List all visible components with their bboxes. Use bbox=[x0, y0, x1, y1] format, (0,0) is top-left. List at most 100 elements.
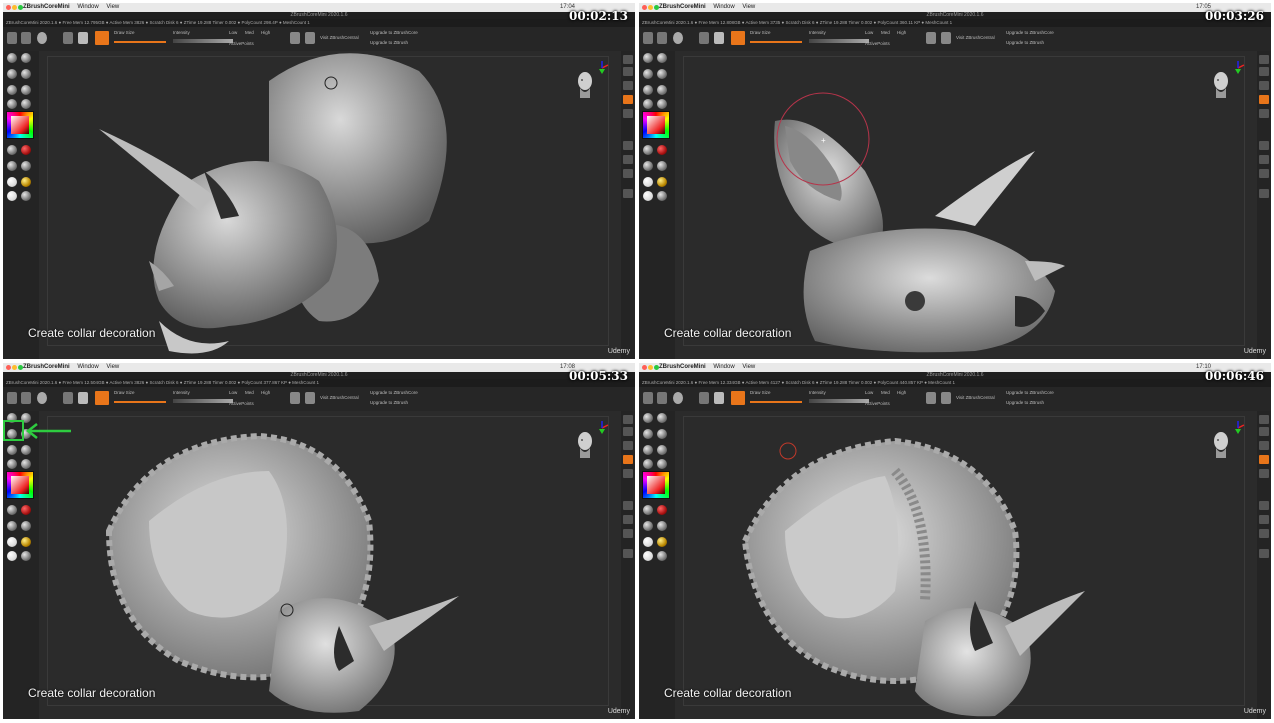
material-white-icon[interactable] bbox=[643, 177, 653, 187]
dinosaur-model[interactable]: + bbox=[675, 51, 1257, 359]
brush-pinch-icon[interactable] bbox=[21, 445, 31, 455]
menu-window[interactable]: Window bbox=[713, 4, 734, 10]
low-label[interactable]: Low bbox=[865, 30, 873, 35]
nav-floor-icon[interactable] bbox=[1259, 95, 1269, 104]
material-dark-icon[interactable] bbox=[21, 191, 31, 201]
low-label[interactable]: Low bbox=[229, 390, 237, 395]
intensity-slider[interactable] bbox=[809, 399, 869, 403]
brush-trim-icon[interactable] bbox=[657, 459, 667, 469]
frame-icon[interactable] bbox=[305, 32, 315, 44]
draw-size-slider[interactable] bbox=[750, 41, 802, 43]
zoom-window-icon[interactable] bbox=[654, 365, 659, 370]
brush-standard-icon[interactable] bbox=[643, 413, 653, 423]
brush-trim-icon[interactable] bbox=[657, 99, 667, 109]
material-sphere-icon[interactable] bbox=[37, 32, 47, 44]
material-flat-icon[interactable] bbox=[643, 551, 653, 561]
brush-trim-icon[interactable] bbox=[21, 99, 31, 109]
material-white-icon[interactable] bbox=[643, 537, 653, 547]
med-label[interactable]: Med bbox=[881, 390, 890, 395]
color-picker-icon[interactable] bbox=[6, 471, 34, 499]
material-matcap-icon[interactable] bbox=[7, 145, 17, 155]
scale-icon[interactable] bbox=[21, 392, 31, 404]
move-icon[interactable] bbox=[699, 32, 709, 44]
material-gold-icon[interactable] bbox=[21, 177, 31, 187]
nav-rotate-icon[interactable] bbox=[623, 501, 633, 510]
menu-window[interactable]: Window bbox=[713, 364, 734, 370]
minimize-window-icon[interactable] bbox=[12, 5, 17, 10]
head-navigation-icon[interactable] bbox=[574, 70, 596, 98]
material-red-icon[interactable] bbox=[21, 505, 31, 515]
scale-icon[interactable] bbox=[21, 32, 31, 44]
menu-view[interactable]: View bbox=[742, 364, 755, 370]
material-red-icon[interactable] bbox=[657, 505, 667, 515]
draw-size-slider[interactable] bbox=[114, 41, 166, 43]
material-white-icon[interactable] bbox=[7, 177, 17, 187]
visit-zbrushcentral-link[interactable]: Visit ZBrushCentral bbox=[956, 35, 995, 40]
med-label[interactable]: Med bbox=[245, 390, 254, 395]
app-name-menu[interactable]: ZBrushCoreMini bbox=[659, 364, 706, 370]
upgrade-core-link[interactable]: Upgrade to ZBrushCore bbox=[1006, 390, 1054, 395]
nav-solo-icon[interactable] bbox=[1259, 189, 1269, 198]
brush-smooth-icon[interactable] bbox=[657, 429, 667, 439]
nav-xpose-icon[interactable] bbox=[623, 415, 633, 424]
material-dark-icon[interactable] bbox=[657, 551, 667, 561]
nav-local-icon[interactable] bbox=[1259, 109, 1269, 118]
nav-rotate-icon[interactable] bbox=[1259, 501, 1269, 510]
brush-move-icon[interactable] bbox=[643, 429, 653, 439]
axis-gizmo-icon[interactable] bbox=[595, 421, 609, 435]
home-icon[interactable] bbox=[643, 392, 653, 404]
nav-move-icon[interactable] bbox=[623, 81, 633, 90]
nav-solo-icon[interactable] bbox=[1259, 549, 1269, 558]
nav-transp-icon[interactable] bbox=[1259, 169, 1269, 178]
nav-local-icon[interactable] bbox=[623, 469, 633, 478]
brush-icon[interactable] bbox=[78, 32, 88, 44]
material-white-icon[interactable] bbox=[7, 537, 17, 547]
frame-icon[interactable] bbox=[941, 32, 951, 44]
nav-scale-icon[interactable] bbox=[623, 155, 633, 164]
visit-zbrushcentral-link[interactable]: Visit ZBrushCentral bbox=[320, 35, 359, 40]
med-label[interactable]: Med bbox=[245, 30, 254, 35]
move-icon[interactable] bbox=[63, 392, 73, 404]
draw-size-slider[interactable] bbox=[750, 401, 802, 403]
brush-icon[interactable] bbox=[714, 32, 724, 44]
material-sphere-icon[interactable] bbox=[37, 392, 47, 404]
material-dark-icon[interactable] bbox=[21, 551, 31, 561]
draw-size-slider[interactable] bbox=[114, 401, 166, 403]
material-skin-icon[interactable] bbox=[657, 161, 667, 171]
low-label[interactable]: Low bbox=[865, 390, 873, 395]
nav-scale-icon[interactable] bbox=[1259, 155, 1269, 164]
wireframe-icon[interactable] bbox=[926, 392, 936, 404]
axis-gizmo-icon[interactable] bbox=[1231, 421, 1245, 435]
scale-icon[interactable] bbox=[657, 392, 667, 404]
material-skin-icon[interactable] bbox=[657, 521, 667, 531]
home-icon[interactable] bbox=[7, 32, 17, 44]
nav-xpose-icon[interactable] bbox=[1259, 415, 1269, 424]
wireframe-icon[interactable] bbox=[926, 32, 936, 44]
nav-rotate-icon[interactable] bbox=[1259, 141, 1269, 150]
brush-inflate-icon[interactable] bbox=[7, 445, 17, 455]
material-matcap-icon[interactable] bbox=[643, 145, 653, 155]
brush-smooth-icon[interactable] bbox=[21, 69, 31, 79]
nav-move-icon[interactable] bbox=[1259, 81, 1269, 90]
dinosaur-model[interactable] bbox=[39, 51, 621, 359]
material-dark-icon[interactable] bbox=[657, 191, 667, 201]
nav-floor-icon[interactable] bbox=[1259, 455, 1269, 464]
high-label[interactable]: High bbox=[261, 390, 270, 395]
nav-transp-icon[interactable] bbox=[623, 529, 633, 538]
upgrade-core-link[interactable]: Upgrade to ZBrushCore bbox=[1006, 30, 1054, 35]
nav-frame-icon[interactable] bbox=[1259, 427, 1269, 436]
material-flat-icon[interactable] bbox=[643, 191, 653, 201]
home-icon[interactable] bbox=[7, 392, 17, 404]
brush-pinch-icon[interactable] bbox=[21, 85, 31, 95]
home-icon[interactable] bbox=[643, 32, 653, 44]
intensity-slider[interactable] bbox=[173, 39, 233, 43]
nav-move-icon[interactable] bbox=[623, 441, 633, 450]
brush-inflate-icon[interactable] bbox=[7, 85, 17, 95]
upgrade-zbrush-link[interactable]: Upgrade to ZBrush bbox=[1006, 400, 1044, 405]
color-picker-icon[interactable] bbox=[642, 471, 670, 499]
material-sphere-icon[interactable] bbox=[673, 392, 683, 404]
menu-view[interactable]: View bbox=[106, 4, 119, 10]
brush-move-icon[interactable] bbox=[643, 69, 653, 79]
brush-dam-icon[interactable] bbox=[7, 99, 17, 109]
head-navigation-icon[interactable] bbox=[1210, 70, 1232, 98]
